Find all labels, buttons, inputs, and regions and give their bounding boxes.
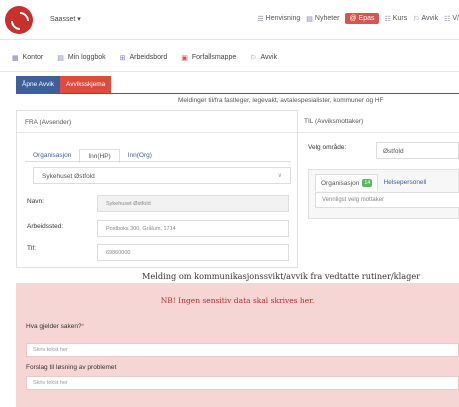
desk-icon: ⊞ — [119, 54, 126, 62]
hospital-select[interactable]: Sykehuset Østfold ∨ — [33, 167, 291, 184]
kurs-icon: ☷ — [384, 15, 391, 23]
nav-avvik[interactable]: ⚐ Avvik — [413, 15, 438, 23]
secnav-kontor[interactable]: ▦ Kontor — [12, 54, 43, 62]
mottaker-box: Organisasjon 14 Helsepersonell Vennligst… — [308, 169, 459, 219]
divider — [298, 132, 459, 133]
navn-field: Sykehuset Østfold — [97, 195, 289, 212]
secnav-min-loggbok[interactable]: ▤ Min loggbok — [57, 54, 105, 62]
count-badge: 14 — [362, 179, 373, 187]
chevron-down-icon: ∨ — [277, 173, 282, 179]
fra-heading: FRA (Avsender) — [17, 111, 297, 133]
top-nav: ☰ Henvisning ▤ Nyheter @ Epas ☷ Kurs ⚐ Avvik … — [257, 13, 459, 24]
secnav-arbeidsbord[interactable]: ⊞ Arbeidsbord — [120, 54, 168, 62]
nav-kurs[interactable]: ☷ Kurs — [385, 15, 408, 23]
question-label-forslag: Forslag til løsning av problemet — [26, 364, 117, 371]
org-select[interactable]: Saasset ▾ — [50, 15, 81, 23]
avvik-tabs: Åpne Avvik Avviksskjema — [16, 76, 112, 93]
top-bar: Saasset ▾ ☰ Henvisning ▤ Nyheter @ Epas ☷ Ku… — [0, 0, 459, 40]
more-icon: ☷ — [444, 15, 451, 23]
sak-input[interactable]: Skriv tekst her — [26, 343, 459, 357]
divider — [25, 161, 291, 162]
arbeidssted-field[interactable]: Postboks 300, Grålum, 1714 — [97, 220, 289, 237]
omrade-label: Velg område: — [308, 144, 347, 151]
required-marker: * — [81, 323, 85, 330]
navn-label: Navn: — [27, 198, 44, 205]
warning-text: NB! Ingen sensitiv data skal skrives her… — [160, 296, 315, 305]
section-title: Melding om kommunikasjonssvikt/avvik fra… — [142, 271, 421, 281]
logo-icon[interactable] — [5, 6, 33, 34]
secnav-forfallsmappe[interactable]: ▣ Forfallsmappe — [181, 54, 236, 62]
secnav-avvik[interactable]: ⚐ Avvik — [250, 54, 277, 62]
question-label-sak: Hva gjelder saken?* — [26, 323, 85, 330]
list-icon: ☰ — [257, 15, 264, 23]
secondary-nav: ▦ Kontor ▤ Min loggbok ⊞ Arbeidsbord ▣ Forfa… — [0, 44, 459, 72]
omrade-select[interactable]: Østfold — [376, 142, 459, 159]
tab-til-organisasjon[interactable]: Organisasjon 14 — [315, 174, 379, 191]
til-heading: TIL (Avviksmottaker) — [304, 118, 364, 125]
flag-icon: ⚐ — [250, 54, 257, 62]
avvik-icon: ⚐ — [413, 15, 420, 23]
tlf-label: Tlf: — [27, 245, 37, 252]
arbeidssted-label: Arbeidssted: — [27, 223, 64, 230]
logbook-icon: ▤ — [57, 54, 64, 62]
til-panel: TIL (Avviksmottaker) Velg område: Østfol… — [298, 110, 459, 268]
nav-nyheter[interactable]: ▤ Nyheter — [306, 15, 339, 23]
tab-underline — [16, 93, 459, 94]
news-icon: ▤ — [306, 15, 313, 23]
subheader: Meldinger til/fra fastleger, legevakt, a… — [178, 97, 384, 104]
fra-panel: FRA (Avsender) Organisasjon Inn(HP) Inn(… — [16, 110, 298, 268]
epost-icon: @ — [349, 15, 357, 22]
nav-henvisning[interactable]: ☰ Henvisning — [257, 15, 300, 23]
folder-icon: ▣ — [181, 54, 188, 62]
mottaker-select[interactable]: Vennligst velg mottaker — [315, 192, 459, 208]
nav-more[interactable]: ☷ V/ — [444, 15, 459, 23]
til-tabs: Organisasjon 14 Helsepersonell — [315, 174, 431, 191]
message-section: NB! Ingen sensitiv data skal skrives her… — [16, 283, 459, 407]
tlf-field[interactable]: 69860000 — [97, 244, 289, 261]
tab-helsepersonell[interactable]: Helsepersonell — [378, 174, 431, 191]
tab-open-avvik[interactable]: Åpne Avvik — [16, 76, 61, 93]
tab-avviksskjema[interactable]: Avviksskjema — [60, 76, 112, 93]
nav-epas[interactable]: @ Epas — [345, 13, 379, 24]
forslag-input[interactable]: Skriv tekst her — [26, 376, 459, 390]
grid-icon: ▦ — [12, 54, 19, 62]
